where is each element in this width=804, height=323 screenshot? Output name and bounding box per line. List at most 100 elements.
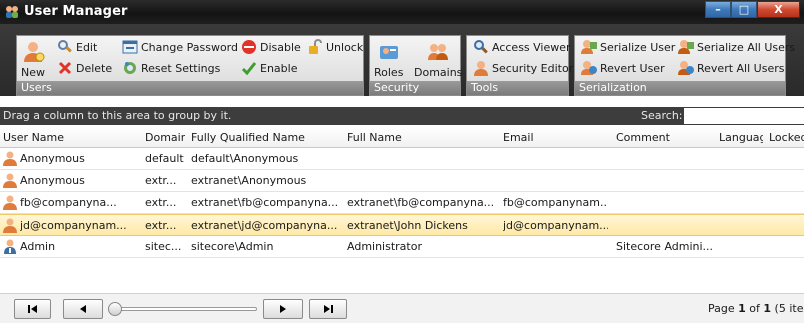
unlock-icon [309,39,322,54]
search-input[interactable] [684,108,804,124]
page-current: 1 [738,302,746,315]
next-page-icon [280,305,286,313]
delete-icon [58,61,72,75]
page-slider-track [108,307,257,311]
enable-label: Enable [260,61,298,75]
admin-user-icon [4,239,16,254]
security-editor-button[interactable]: Security Editor [473,60,573,76]
table-row-selected[interactable]: jd@companynam... extr... extranet\jd@com… [0,214,804,236]
roles-icon [379,46,398,59]
users-app-icon [6,6,18,18]
serialization-group-label: Serialization [575,81,785,95]
column-header-language[interactable]: Languag [719,131,763,144]
disable-label: Disable [260,40,301,54]
last-page-button[interactable] [309,299,347,319]
unlock-user-button[interactable]: Unlock [307,39,363,55]
edit-user-button[interactable]: Edit [57,39,97,55]
edit-label: Edit [76,40,98,54]
revert-user-button[interactable]: Revert User [581,60,665,76]
page-slider[interactable] [108,302,257,316]
cell-comment: Sitecore Admini... [616,240,712,253]
group-by-panel[interactable]: Drag a column to this area to group by i… [0,107,804,125]
users-group-label: Users [17,81,363,95]
minimize-button[interactable]: – [705,1,731,18]
grid-header: User Name Domain Fully Qualified Name Fu… [0,127,804,148]
delete-user-button[interactable]: Delete [57,60,112,76]
disable-icon [242,40,256,54]
cell-fqn: extranet\Anonymous [191,174,307,187]
page-total: 1 [763,302,772,315]
cell-user-name: jd@companynam... [20,219,127,232]
page-info-suffix: (5 items [774,302,804,315]
table-row[interactable]: fb@companyna... extr... extranet\fb@comp… [0,192,804,214]
reset-settings-label: Reset Settings [141,61,221,75]
user-icon [3,195,17,210]
cell-user-name: Anonymous [20,174,85,187]
unlock-label: Unlock [326,40,364,54]
tools-group: Access Viewer Security Editor Tools [466,35,573,96]
page-info: Page 1 of 1 (5 items [708,302,804,315]
cell-domain: extr... [145,174,177,187]
revert-user-icon [581,61,597,75]
access-viewer-button[interactable]: Access Viewer [473,39,571,55]
serialize-user-button[interactable]: Serialize User [581,39,675,55]
change-password-icon [122,40,138,54]
delete-label: Delete [76,61,113,75]
next-page-button[interactable] [263,299,303,319]
column-header-full-name[interactable]: Full Name [347,131,497,144]
cell-full-name: extranet\fb@companyna... [347,196,495,209]
revert-all-users-label: Revert All Users [697,61,785,75]
prev-page-button[interactable] [63,299,103,319]
access-viewer-icon [474,40,488,54]
tools-group-label: Tools [467,81,568,95]
domains-button[interactable]: Domains [414,40,462,79]
change-password-button[interactable]: Change Password [122,39,238,55]
users-group: New Edit Delete Change Password Reset Se… [16,35,364,96]
search-label: Search: [641,109,683,122]
cell-user-name: fb@companyna... [20,196,117,209]
serialize-user-label: Serialize User [600,40,676,54]
table-row[interactable]: Anonymous default default\Anonymous [0,148,804,170]
table-row[interactable]: Admin sitec... sitecore\Admin Administra… [0,236,804,258]
close-button[interactable]: X [757,1,800,18]
column-header-domain[interactable]: Domain [145,131,185,144]
cell-email: jd@companynam... [503,219,608,232]
column-header-locked[interactable]: Locked [769,131,804,144]
enable-user-button[interactable]: Enable [241,60,297,76]
change-password-label: Change Password [141,40,238,54]
cell-fqn: extranet\fb@companyna... [191,196,339,209]
edit-icon [58,40,72,53]
disable-user-button[interactable]: Disable [241,39,301,55]
domains-label: Domains [414,66,463,79]
first-page-button[interactable] [14,299,51,319]
user-icon [3,173,17,188]
revert-all-users-icon [678,61,694,75]
page-slider-thumb[interactable] [108,302,122,316]
column-header-comment[interactable]: Comment [616,131,712,144]
security-editor-icon [474,61,488,76]
serialize-all-users-icon [678,40,694,54]
reset-settings-button[interactable]: Reset Settings [122,60,220,76]
revert-all-users-button[interactable]: Revert All Users [678,60,784,76]
roles-button[interactable]: Roles [374,40,403,79]
group-by-hint: Drag a column to this area to group by i… [3,109,232,122]
column-header-fqn[interactable]: Fully Qualified Name [191,131,341,144]
first-page-icon [27,305,37,313]
window-title: User Manager [24,4,128,19]
title-bar: User Manager – □ X [0,0,804,24]
column-header-email[interactable]: Email [503,131,608,144]
cell-fqn: default\Anonymous [191,152,299,165]
maximize-button[interactable]: □ [731,1,757,18]
page-info-of: of [745,302,764,315]
serialize-all-users-button[interactable]: Serialize All Users [678,39,795,55]
cell-fqn: sitecore\Admin [191,240,274,253]
prev-page-icon [80,305,86,313]
table-row[interactable]: Anonymous extr... extranet\Anonymous [0,170,804,192]
cell-domain: default [145,152,184,165]
cell-full-name: extranet\John Dickens [347,219,468,232]
last-page-icon [324,305,333,313]
column-header-user-name[interactable]: User Name [3,131,138,144]
new-user-button[interactable]: New [21,40,45,79]
serialize-user-icon [581,40,597,54]
serialization-group: Serialize User Serialize All Users Rever… [574,35,795,96]
